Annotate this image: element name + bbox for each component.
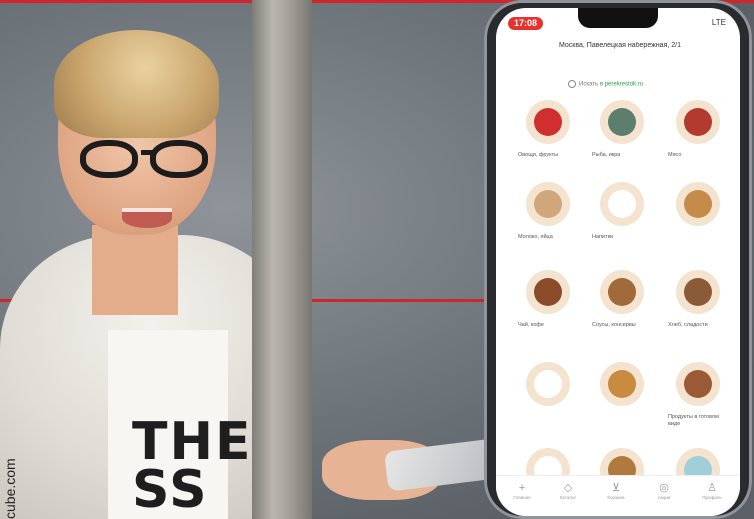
category-image <box>526 362 570 406</box>
tab-home[interactable]: + Главная <box>502 482 542 500</box>
tab-cart[interactable]: ⊻ Корзина <box>596 482 636 500</box>
category-image <box>600 362 644 406</box>
category-image <box>526 182 570 226</box>
profile-icon: ♙ <box>707 482 717 494</box>
person-hair <box>54 30 219 138</box>
category-label: Молоко, яйца <box>518 234 553 240</box>
category-tile[interactable]: Продукты в готовом виде <box>668 362 728 428</box>
glasses-right-lens <box>150 140 208 178</box>
category-label: Напитки <box>592 234 614 240</box>
category-image <box>600 182 644 226</box>
category-image <box>600 270 644 314</box>
category-tile[interactable]: Мясо <box>668 100 728 159</box>
category-label: Соусы, консервы <box>592 322 636 328</box>
bag-icon: ◇ <box>563 482 573 494</box>
category-image <box>676 100 720 144</box>
category-image <box>600 100 644 144</box>
phone-notch <box>578 8 658 28</box>
category-tile[interactable]: Овощи, фрукты <box>518 100 578 159</box>
category-image <box>526 270 570 314</box>
category-image <box>526 100 570 144</box>
vertical-bar <box>252 0 312 519</box>
category-tile[interactable]: Соусы, консервы <box>592 270 652 329</box>
bottom-tab-bar: + Главная ◇ Каталог ⊻ Корзина ◎ Акции ♙ Профи… <box>496 475 740 516</box>
status-time: 17:08 <box>508 17 544 30</box>
category-label: Мясо <box>668 152 682 158</box>
category-tile[interactable] <box>668 182 728 234</box>
status-signal: LTE <box>711 18 726 27</box>
tab-catalog[interactable]: ◇ Каталог <box>548 482 588 500</box>
percent-icon: ◎ <box>659 482 669 494</box>
category-tile[interactable]: Напитки <box>592 182 652 241</box>
tab-profile[interactable]: ♙ Профиль <box>692 482 732 500</box>
category-tile[interactable]: Рыба, икра <box>592 100 652 159</box>
cart-icon: ⊻ <box>611 482 621 494</box>
glasses-bridge <box>141 150 155 155</box>
category-tile[interactable]: Хлеб, сладости <box>668 270 728 329</box>
category-label: Чай, кофе <box>518 322 544 328</box>
category-tile[interactable] <box>592 362 652 414</box>
search-icon <box>568 80 576 88</box>
category-tile[interactable]: Чай, кофе <box>518 270 578 329</box>
shirt-print: THE SS <box>132 412 253 519</box>
watermark-text: cube.com <box>2 458 18 519</box>
search-bar[interactable]: Искать в perekrestok.ru <box>568 80 643 88</box>
person-neck <box>92 225 178 315</box>
phone-screen: 17:08 LTE Москва, Павелецкая набережная,… <box>496 8 740 516</box>
category-tile[interactable]: Молоко, яйца <box>518 182 578 241</box>
category-label: Хлеб, сладости <box>668 322 708 328</box>
tab-promos[interactable]: ◎ Акции <box>644 482 684 500</box>
category-image <box>676 182 720 226</box>
photo-scene: THE SS cube.com 17:08 LTE Москва, Павеле… <box>0 0 754 519</box>
category-image <box>676 270 720 314</box>
delivery-address[interactable]: Москва, Павелецкая набережная, 2/1 <box>510 42 730 49</box>
category-image <box>676 362 720 406</box>
category-tile[interactable] <box>518 362 578 414</box>
category-label: Рыба, икра <box>592 152 621 158</box>
person-mouth <box>122 208 172 228</box>
category-label: Овощи, фрукты <box>518 152 559 158</box>
category-label: Продукты в готовом виде <box>668 414 719 427</box>
home-icon: + <box>518 482 526 494</box>
glasses-left-lens <box>80 140 138 178</box>
